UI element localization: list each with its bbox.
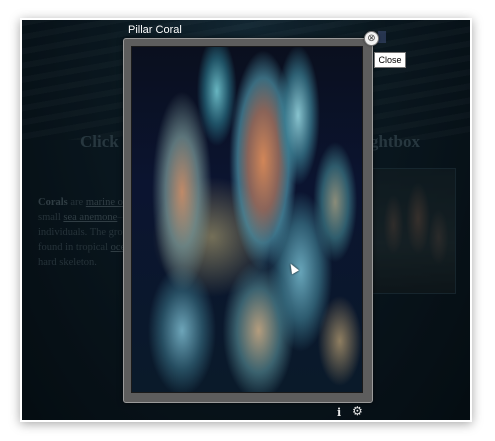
lightbox-image[interactable] — [131, 46, 363, 393]
gear-icon[interactable]: ⚙ — [352, 404, 363, 418]
close-tooltip: Close — [374, 52, 406, 68]
close-icon[interactable]: ⊗ — [364, 31, 379, 46]
close-highlight — [378, 31, 386, 43]
info-icon[interactable]: i — [337, 406, 341, 419]
lightbox-title: Pillar Coral — [128, 24, 182, 36]
lightbox-frame — [123, 38, 373, 403]
